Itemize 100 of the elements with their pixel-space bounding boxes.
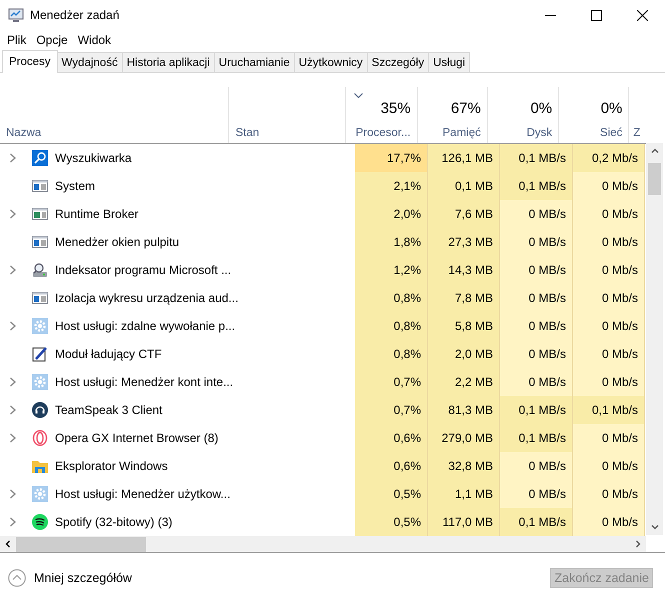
chevron-right-icon[interactable]	[9, 265, 17, 275]
table-cell: 0 Mb/s	[573, 452, 645, 480]
column-header[interactable]: Procesor...	[356, 127, 411, 139]
column-header[interactable]: Pamięć	[442, 127, 481, 139]
table-cell: 1,8%	[355, 228, 428, 256]
maximize-icon	[590, 10, 602, 20]
tab[interactable]: Procesy	[2, 50, 58, 73]
process-name: Izolacja wykresu urządzenia aud...	[55, 291, 238, 305]
tab[interactable]: Szczegóły	[366, 52, 430, 72]
table-cell: 0,1 MB/s	[500, 144, 573, 172]
table-cell: 0 MB/s	[500, 312, 573, 340]
table-cell: 0 MB/s	[500, 284, 573, 312]
chevron-right-icon[interactable]	[9, 517, 17, 527]
pen-on-paper-icon	[32, 346, 48, 362]
chevron-right-icon[interactable]	[9, 489, 17, 499]
menu-item[interactable]: Plik	[2, 33, 32, 47]
table-cell: 0 MB/s	[500, 368, 573, 396]
table-cell: 0 Mb/s	[573, 340, 645, 368]
table-cell: 81,3 MB	[428, 396, 500, 424]
table-cell: 0 MB/s	[500, 452, 573, 480]
table-cell: 0 Mb/s	[573, 312, 645, 340]
ring-icon	[32, 430, 48, 446]
table-cell: 0,1 MB/s	[500, 508, 573, 536]
menu-item[interactable]: Widok	[72, 33, 116, 47]
table-cell: 0,8%	[355, 340, 428, 368]
scroll-up-icon[interactable]	[650, 147, 658, 155]
process-name: System	[55, 179, 96, 193]
table-cell: 0,8%	[355, 312, 428, 340]
column-header[interactable]: Sieć	[600, 127, 622, 139]
table-cell: 32,8 MB	[428, 452, 500, 480]
table-cell: 0,6%	[355, 452, 428, 480]
process-name: Host usługi: Menedżer użytkow...	[55, 487, 230, 501]
scroll-right-icon[interactable]	[634, 540, 642, 548]
process-name: Spotify (32-bitowy) (3)	[55, 515, 172, 529]
gear-icon	[32, 318, 48, 334]
table-cell: 14,3 MB	[428, 256, 500, 284]
tab[interactable]: Uruchamianie	[214, 52, 295, 72]
gear-icon	[32, 374, 48, 390]
table-cell: 2,1%	[355, 172, 428, 200]
magnifier-drive-icon	[32, 262, 48, 278]
menu-item[interactable]: Opcje	[31, 33, 73, 47]
chevron-right-icon[interactable]	[9, 209, 17, 219]
chevron-right-icon[interactable]	[9, 433, 17, 443]
monitor-chart-icon	[8, 7, 24, 23]
table-cell: 0 Mb/s	[573, 284, 645, 312]
table-cell: 0 MB/s	[500, 480, 573, 508]
scrollbar-thumb[interactable]	[648, 163, 661, 195]
table-cell: 0,1 MB/s	[500, 172, 573, 200]
magnifier-icon	[32, 150, 48, 166]
fewer-details-button[interactable]: Mniej szczegółów	[8, 569, 132, 587]
table-cell: 1,2%	[355, 256, 428, 284]
tab[interactable]: Usługi	[428, 52, 470, 72]
process-name: Wyszukiwarka	[55, 151, 132, 165]
column-header[interactable]: Nazwa	[6, 127, 222, 139]
tab[interactable]: Użytkownicy	[294, 52, 368, 72]
column-total: 0%	[530, 100, 552, 117]
table-cell: 126,1 MB	[428, 144, 500, 172]
scroll-down-icon[interactable]	[650, 523, 658, 531]
table-cell: 27,3 MB	[428, 228, 500, 256]
table-cell: 0,1 MB/s	[500, 424, 573, 452]
table-cell: 0 Mb/s	[573, 256, 645, 284]
process-name: TeamSpeak 3 Client	[55, 403, 162, 417]
table-cell: 0 Mb/s	[573, 200, 645, 228]
chevron-right-icon[interactable]	[9, 321, 17, 331]
table-cell: 0,1 MB	[428, 172, 500, 200]
column-total: 67%	[450, 100, 481, 117]
table-cell: 5,8 MB	[428, 312, 500, 340]
column-header[interactable]: Dysk	[526, 127, 552, 139]
table-cell: 0 Mb/s	[573, 508, 645, 536]
tab[interactable]: Wydajność	[56, 52, 123, 72]
table-cell: 0 Mb/s	[573, 480, 645, 508]
process-name: Menedżer okien pulpitu	[55, 235, 180, 249]
table-cell: 0 Mb/s	[573, 172, 645, 200]
scroll-left-icon[interactable]	[4, 540, 12, 548]
table-cell: 0,6%	[355, 424, 428, 452]
column-total: 0%	[600, 100, 622, 117]
scrollbar-thumb[interactable]	[16, 536, 146, 552]
process-name: Moduł ładujący CTF	[55, 347, 162, 361]
window-title: Menedżer zadań	[30, 8, 120, 22]
table-cell: 0 Mb/s	[573, 228, 645, 256]
column-total: 35%	[380, 100, 411, 117]
column-header[interactable]: Z	[633, 127, 646, 139]
chevron-right-icon[interactable]	[9, 405, 17, 415]
chevron-right-icon[interactable]	[9, 377, 17, 387]
chevron-right-icon[interactable]	[9, 153, 17, 163]
column-header[interactable]: Stan	[235, 127, 340, 139]
tab[interactable]: Historia aplikacji	[122, 52, 215, 72]
table-cell: 0,5%	[355, 508, 428, 536]
table-cell: 7,8 MB	[428, 284, 500, 312]
process-name: Host usługi: zdalne wywołanie p...	[55, 319, 236, 333]
process-name: Eksplorator Windows	[55, 459, 168, 473]
process-name: Indeksator programu Microsoft ...	[55, 263, 232, 277]
table-cell: 0,1 Mb/s	[573, 396, 645, 424]
table-cell: 0,7%	[355, 396, 428, 424]
table-cell: 0,1 MB/s	[500, 396, 573, 424]
table-cell: 0 Mb/s	[573, 368, 645, 396]
table-cell: 117,0 MB	[428, 508, 500, 536]
process-name: Runtime Broker	[55, 207, 138, 221]
table-cell: 2,0 MB	[428, 340, 500, 368]
gear-icon	[32, 486, 48, 502]
